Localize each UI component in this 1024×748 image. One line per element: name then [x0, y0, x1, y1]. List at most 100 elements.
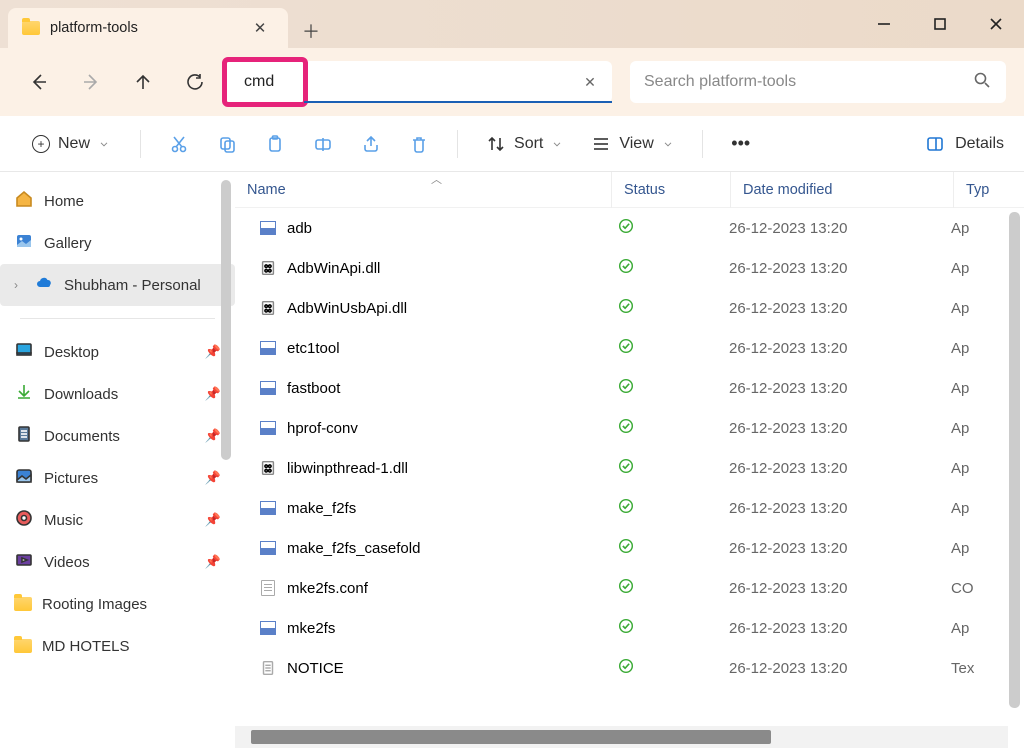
back-button[interactable]	[18, 61, 60, 103]
search-bar[interactable]	[630, 61, 1006, 103]
file-type-icon	[259, 459, 277, 477]
sidebar-label: Rooting Images	[42, 596, 147, 613]
file-row[interactable]: AdbWinUsbApi.dll26-12-2023 13:20Ap	[235, 288, 1024, 328]
file-type-icon	[259, 379, 277, 397]
navigation-bar: ✕	[0, 48, 1024, 116]
copy-button[interactable]	[207, 124, 247, 164]
search-input[interactable]	[644, 73, 972, 91]
new-tab-button[interactable]: ＋	[294, 14, 328, 48]
file-name: mke2fs.conf	[287, 580, 368, 597]
file-row[interactable]: fastboot26-12-2023 13:20Ap	[235, 368, 1024, 408]
chevron-right-icon: ›	[14, 278, 24, 292]
file-date: 26-12-2023 13:20	[729, 460, 951, 477]
file-row[interactable]: libwinpthread-1.dll26-12-2023 13:20Ap	[235, 448, 1024, 488]
file-name: etc1tool	[287, 340, 340, 357]
clear-address-button[interactable]: ✕	[572, 64, 608, 100]
file-row[interactable]: make_f2fs26-12-2023 13:20Ap	[235, 488, 1024, 528]
file-row[interactable]: NOTICE26-12-2023 13:20Tex	[235, 648, 1024, 688]
download-icon	[14, 382, 34, 406]
maximize-button[interactable]	[912, 0, 968, 48]
view-button[interactable]: View	[581, 129, 683, 159]
sidebar-item-desktop[interactable]: Desktop📌	[0, 331, 235, 373]
sidebar-label: Desktop	[44, 344, 99, 361]
column-header-name[interactable]: Name	[235, 182, 611, 198]
horizontal-scrollbar[interactable]	[235, 726, 1008, 748]
file-row[interactable]: adb26-12-2023 13:20Ap	[235, 208, 1024, 248]
sync-status-icon	[617, 417, 635, 439]
file-name: NOTICE	[287, 660, 344, 677]
sidebar-item-folder[interactable]: MD HOTELS	[0, 625, 235, 667]
cut-button[interactable]	[159, 124, 199, 164]
details-pane-button[interactable]: Details	[925, 134, 1004, 154]
minimize-button[interactable]	[856, 0, 912, 48]
sidebar-divider	[20, 318, 215, 319]
pictures-icon	[14, 466, 34, 490]
more-button[interactable]: •••	[721, 124, 761, 164]
forward-button[interactable]	[70, 61, 112, 103]
file-list[interactable]: adb26-12-2023 13:20ApAdbWinApi.dll26-12-…	[235, 208, 1024, 726]
column-header-status[interactable]: Status	[612, 182, 730, 198]
file-row[interactable]: hprof-conv26-12-2023 13:20Ap	[235, 408, 1024, 448]
sort-button[interactable]: Sort	[476, 129, 573, 159]
sync-status-icon	[617, 257, 635, 279]
file-row[interactable]: make_f2fs_casefold26-12-2023 13:20Ap	[235, 528, 1024, 568]
folder-icon	[14, 639, 32, 653]
column-headers: ︿ Name Status Date modified Typ	[235, 172, 1024, 208]
window-tab[interactable]: platform-tools ✕	[8, 8, 288, 48]
file-type-icon	[259, 619, 277, 637]
vertical-scrollbar[interactable]	[1009, 212, 1020, 708]
refresh-button[interactable]	[174, 61, 216, 103]
close-tab-button[interactable]: ✕	[246, 14, 274, 42]
file-row[interactable]: mke2fs26-12-2023 13:20Ap	[235, 608, 1024, 648]
file-date: 26-12-2023 13:20	[729, 220, 951, 237]
search-icon[interactable]	[972, 70, 992, 95]
file-name: adb	[287, 220, 312, 237]
rename-button[interactable]	[303, 124, 343, 164]
sidebar-item-videos[interactable]: Videos📌	[0, 541, 235, 583]
sidebar-scrollbar[interactable]	[221, 180, 231, 460]
scrollbar-thumb[interactable]	[251, 730, 771, 744]
sidebar-item-music[interactable]: Music 📌	[0, 499, 235, 541]
address-bar[interactable]: ✕	[226, 61, 612, 103]
file-name: make_f2fs	[287, 500, 356, 517]
share-button[interactable]	[351, 124, 391, 164]
pin-icon: 📌	[205, 512, 221, 528]
focus-underline	[304, 101, 612, 104]
sidebar-label: Gallery	[44, 235, 92, 252]
folder-icon	[14, 597, 32, 611]
column-header-type[interactable]: Typ	[954, 182, 1024, 198]
sync-status-icon	[617, 537, 635, 559]
file-row[interactable]: mke2fs.conf26-12-2023 13:20CO	[235, 568, 1024, 608]
sort-label: Sort	[514, 135, 543, 153]
sidebar-label: Music	[44, 512, 83, 529]
sidebar-item-gallery[interactable]: Gallery	[0, 222, 235, 264]
window-controls	[856, 0, 1024, 48]
sync-status-icon	[617, 297, 635, 319]
view-label: View	[619, 135, 653, 153]
sidebar-label: Downloads	[44, 386, 118, 403]
file-row[interactable]: etc1tool26-12-2023 13:20Ap	[235, 328, 1024, 368]
file-name: AdbWinUsbApi.dll	[287, 300, 407, 317]
file-type-icon	[259, 659, 277, 677]
file-type-icon	[259, 499, 277, 517]
sidebar-item-onedrive[interactable]: › Shubham - Personal	[0, 264, 235, 306]
new-button[interactable]: + New	[20, 130, 122, 158]
sidebar-item-downloads[interactable]: Downloads📌	[0, 373, 235, 415]
delete-button[interactable]	[399, 124, 439, 164]
paste-button[interactable]	[255, 124, 295, 164]
new-label: New	[58, 135, 90, 153]
close-window-button[interactable]	[968, 0, 1024, 48]
sidebar-item-documents[interactable]: Documents📌	[0, 415, 235, 457]
up-button[interactable]	[122, 61, 164, 103]
sidebar-item-folder[interactable]: Rooting Images	[0, 583, 235, 625]
file-type-icon	[259, 299, 277, 317]
column-header-date[interactable]: Date modified	[731, 182, 953, 198]
sidebar-item-pictures[interactable]: Pictures📌	[0, 457, 235, 499]
sync-status-icon	[617, 337, 635, 359]
file-row[interactable]: AdbWinApi.dll26-12-2023 13:20Ap	[235, 248, 1024, 288]
address-input[interactable]	[230, 73, 572, 91]
main-area: Home Gallery › Shubham - Personal Deskto…	[0, 172, 1024, 748]
file-name: mke2fs	[287, 620, 335, 637]
home-icon	[14, 189, 34, 213]
sidebar-item-home[interactable]: Home	[0, 180, 235, 222]
